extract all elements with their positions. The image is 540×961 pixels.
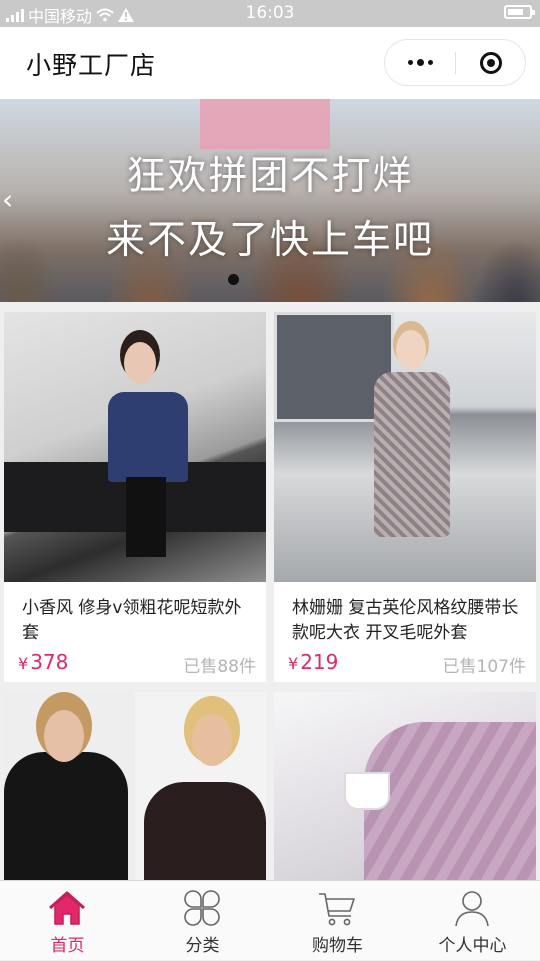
close-mini-program-button[interactable]: [456, 40, 526, 85]
image-fur-coat: [4, 752, 128, 882]
more-options-button[interactable]: [385, 40, 455, 85]
image-legs: [126, 477, 166, 557]
sold-count: 已售107件: [442, 657, 526, 677]
mini-program-capsule: [384, 39, 526, 86]
app-header: 小野工厂店: [0, 27, 540, 99]
product-price: ¥219: [288, 650, 338, 674]
tab-profile[interactable]: 个人中心: [405, 881, 540, 961]
product-image: [274, 312, 536, 582]
status-bar: 中国移动 16:03: [0, 0, 540, 27]
image-cup: [344, 772, 390, 810]
status-time: 16:03: [245, 3, 295, 23]
banner-subheadline: 来不及了快上车吧: [105, 218, 434, 263]
tab-home[interactable]: 首页: [0, 881, 135, 961]
shop-title: 小野工厂店: [26, 51, 157, 80]
image-model-2: [192, 714, 232, 766]
tab-label: 购物车: [312, 936, 363, 956]
product-name: 小香风 修身v领粗花呢短款外套: [22, 598, 242, 643]
banner-headline: 狂欢拼团不打烊: [126, 154, 414, 199]
more-dots-icon-end: [427, 60, 433, 65]
price-value: 219: [300, 650, 339, 674]
product-image: [4, 312, 266, 582]
image-model: [124, 342, 156, 384]
tab-cart[interactable]: 购物车: [270, 881, 405, 961]
banner-backdrop: [200, 99, 330, 149]
home-icon: [49, 891, 85, 925]
product-card[interactable]: 小香风 修身v领粗花呢短款外套 ¥378 已售88件: [4, 312, 266, 682]
product-name: 林姗姗 复古英伦风格纹腰带长款呢大衣 开叉毛呢外套: [292, 598, 519, 643]
tab-label: 首页: [50, 936, 85, 956]
product-image: [4, 692, 266, 882]
more-dots-icon: [407, 60, 413, 65]
currency-symbol: ¥: [18, 654, 29, 673]
product-image: [274, 692, 536, 882]
image-jacket: [108, 392, 188, 482]
promo-banner[interactable]: ‹ 狂欢拼团不打烊 来不及了快上车吧: [0, 99, 540, 302]
banner-indicator-dot[interactable]: [228, 274, 239, 285]
sold-count: 已售88件: [183, 657, 256, 677]
more-dots-icon-mid: [416, 59, 424, 66]
cart-icon: [319, 893, 355, 926]
tab-label: 个人中心: [438, 936, 507, 956]
price-value: 378: [30, 650, 69, 674]
image-sweater: [364, 722, 536, 882]
image-fur-coat-2: [144, 782, 266, 882]
category-icon: [184, 890, 220, 926]
bottom-tab-bar: 首页 分类 购物车 个人中心: [0, 880, 540, 960]
battery-icon: [504, 5, 535, 19]
profile-icon: [455, 891, 489, 927]
image-coat: [374, 372, 450, 537]
status-right: [504, 5, 535, 19]
target-circle-icon: [480, 51, 502, 74]
currency-symbol: ¥: [288, 654, 299, 673]
product-card[interactable]: [274, 692, 536, 882]
product-card[interactable]: [4, 692, 266, 882]
tab-category[interactable]: 分类: [135, 881, 270, 961]
product-price: ¥378: [18, 650, 68, 674]
battery-level: [508, 9, 523, 15]
tab-label: 分类: [185, 936, 220, 956]
product-card[interactable]: 林姗姗 复古英伦风格纹腰带长款呢大衣 开叉毛呢外套 ¥219 已售107件: [274, 312, 536, 682]
image-model: [44, 710, 84, 762]
image-model: [396, 330, 426, 370]
